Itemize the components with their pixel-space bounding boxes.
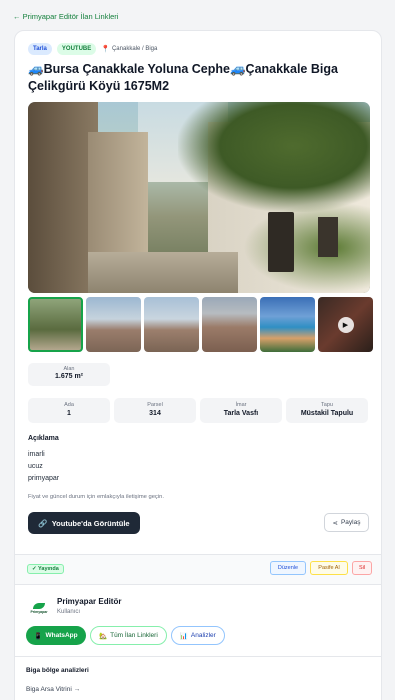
youtube-button-label: Youtube'da Görüntüle [51, 518, 130, 528]
pin-icon: 📍 [101, 46, 110, 53]
divider [15, 584, 381, 585]
stat-ada: Ada 1 [28, 398, 110, 423]
all-links-button[interactable]: 🏡 Tüm İlan Linkleri [90, 626, 167, 645]
description-heading: Açıklama [28, 435, 59, 442]
all-links-label: Tüm İlan Linkleri [110, 632, 158, 639]
description-line: primyapar [28, 475, 60, 482]
thumbnail-2[interactable] [86, 297, 141, 352]
stat-tapu: Tapu Müstakil Tapulu [286, 398, 368, 423]
location-tag: 📍 Çanakkale / Biga [101, 45, 157, 53]
main-photo[interactable] [28, 102, 370, 293]
stat-label: Ada [64, 402, 74, 408]
stat-label: Parsel [147, 402, 163, 408]
status-bar: ✓ Yayında Düzenle Pasife Al Sil [15, 555, 381, 584]
thumbnail-video[interactable]: ▶ [318, 297, 373, 352]
house-icon: 🏡 [99, 632, 108, 640]
description-line: imarli [28, 451, 45, 458]
location-text: Çanakkale / Biga [111, 46, 158, 52]
area-label: Alan [63, 366, 75, 372]
description-line: ucuz [28, 463, 43, 470]
share-button-label: Paylaş [340, 519, 361, 526]
whatsapp-button[interactable]: 📱 WhatsApp [26, 626, 86, 645]
thumbnail-4[interactable] [202, 297, 257, 352]
edit-button[interactable]: Düzenle [270, 561, 306, 575]
share-icon: ⋖ [332, 519, 338, 527]
divider [15, 656, 381, 657]
editor-role: Kullanıcı [57, 609, 81, 615]
analytics-button[interactable]: 📊 Analizler [170, 626, 225, 645]
stat-label: Tapu [321, 402, 333, 408]
stat-label: İmar [235, 402, 247, 408]
area-value: 1.675 m² [54, 373, 84, 380]
area-box: Alan 1.675 m² [28, 363, 110, 386]
logo-text: Primyapar [30, 609, 48, 614]
stat-imar: İmar Tarla Vasfı [200, 398, 282, 423]
play-icon: ▶ [337, 316, 354, 333]
youtube-button[interactable]: 🔗 Youtube'da Görüntüle [28, 512, 140, 534]
delete-button[interactable]: Sil [352, 561, 372, 575]
thumbnail-strip: ▶ [28, 297, 373, 352]
editor-logo: Primyapar [26, 599, 52, 617]
listing-card: Tarla YOUTUBE 📍 Çanakkale / Biga 🚙Bursa … [14, 30, 382, 700]
stat-parsel: Parsel 314 [114, 398, 196, 423]
type-tag: Tarla [28, 43, 52, 55]
thumbnail-1[interactable] [28, 297, 83, 352]
live-badge-label: Yayında [38, 566, 59, 572]
listing-title: 🚙Bursa Çanakkale Yoluna Cephe🚙Çanakkale … [28, 62, 338, 93]
stats-row: Ada 1 Parsel 314 İmar Tarla Vasfı Tapu M… [28, 398, 368, 423]
editor-actions: 📱 WhatsApp 🏡 Tüm İlan Linkleri 📊 Analizl… [26, 626, 225, 645]
stat-value: Tarla Vasfı [223, 410, 259, 417]
chart-icon: 📊 [179, 632, 188, 640]
stat-value: Müstakil Tapulu [300, 410, 354, 417]
contact-note: Fiyat ve güncel durum için emlakçıyla il… [28, 494, 164, 500]
tag-row: Tarla YOUTUBE 📍 Çanakkale / Biga [28, 43, 157, 55]
whatsapp-label: WhatsApp [45, 632, 78, 639]
stat-value: 1 [67, 410, 71, 417]
logo-leaf-icon [33, 602, 45, 609]
deactivate-button[interactable]: Pasife Al [310, 561, 348, 575]
live-badge: ✓ Yayında [27, 564, 64, 574]
thumbnail-3[interactable] [144, 297, 199, 352]
description-text: imarli ucuz primyapar [28, 449, 59, 485]
whatsapp-icon: 📱 [34, 632, 43, 640]
youtube-icon: 🔗 [38, 518, 48, 528]
share-button[interactable]: ⋖ Paylaş [324, 513, 369, 532]
thumbnail-5[interactable] [260, 297, 315, 352]
analytics-label: Analizler [190, 632, 216, 639]
back-link[interactable]: ← Primyapar Editör İlan Linkleri [13, 12, 118, 21]
stat-value: 314 [149, 410, 161, 417]
source-tag: YOUTUBE [56, 43, 97, 55]
region-title: Biga bölge analizleri [26, 667, 89, 674]
region-link[interactable]: Biga Arsa Vitrini → [26, 686, 80, 693]
editor-name: Primyapar Editör [57, 597, 122, 606]
